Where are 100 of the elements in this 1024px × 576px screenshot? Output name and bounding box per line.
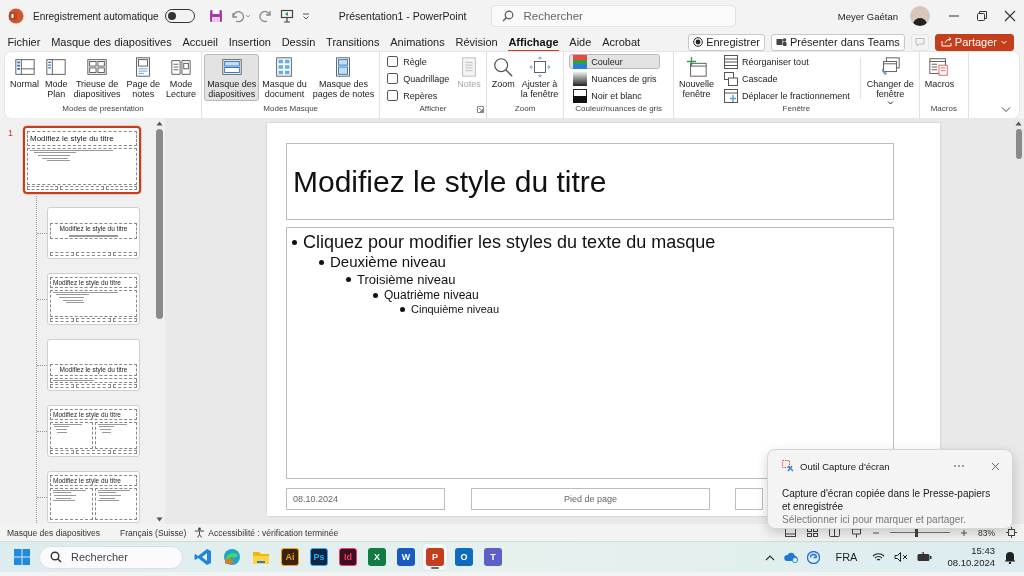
notification-toast[interactable]: Outil Capture d'écran Capture d'écran copiée dans le Presse-papiers et enregistrée Sélectionner ici pour marquer et partager.: [767, 449, 1013, 529]
comment-icon: [914, 37, 925, 47]
customize-caret-icon[interactable]: [300, 11, 311, 21]
close-icon[interactable]: [991, 461, 1000, 471]
window-title: Présentation1 - PowerPoint: [338, 10, 467, 22]
battery-icon[interactable]: [917, 552, 933, 562]
ribbon-tab[interactable]: Aide: [563, 32, 597, 52]
save-icon[interactable]: [208, 9, 223, 23]
checkbox[interactable]: [387, 56, 399, 67]
body-text: Cinquième niveau: [411, 302, 500, 317]
restore-icon[interactable]: [976, 10, 988, 22]
ribbon-button[interactable]: Réorganiser tout: [720, 54, 854, 69]
avatar: [910, 6, 930, 26]
ribbon-tab[interactable]: Transitions: [320, 32, 385, 52]
notification-hint[interactable]: Sélectionner ici pour marquer et partager.: [782, 513, 1000, 526]
zoom-in-icon[interactable]: [961, 529, 967, 536]
start-icon[interactable]: [14, 549, 30, 565]
ribbon-button[interactable]: Cascade: [720, 71, 854, 86]
ribbon-button[interactable]: Normal: [7, 54, 42, 101]
redo-icon[interactable]: [258, 9, 273, 23]
ribbon-button[interactable]: Masque des diapositives: [204, 54, 260, 101]
clock[interactable]: 15:43 08.10.2024: [947, 545, 995, 569]
accessibility-icon: [194, 527, 206, 538]
dialog-launcher-icon[interactable]: [476, 106, 484, 113]
search-icon: [50, 551, 62, 563]
notification-app-name: Outil Capture d'écran: [800, 460, 890, 472]
notification-message: Capture d'écran copiée dans le Presse-papiers et enregistrée: [782, 487, 992, 513]
ribbon-button[interactable]: Macros: [921, 54, 958, 101]
ribbon-button[interactable]: Nuances de gris: [569, 71, 661, 86]
content-placeholder: [94, 421, 137, 449]
thumbnail-title: Modifiez le style du titre: [30, 133, 115, 144]
striped-swatch-icon: [573, 54, 588, 69]
checkbox[interactable]: [387, 90, 399, 101]
wifi-icon[interactable]: [872, 552, 886, 562]
switch-windows-icon: [879, 56, 902, 78]
zoom-level[interactable]: 83%: [978, 527, 995, 538]
ribbon-button[interactable]: Masque des pages de notes: [309, 54, 378, 101]
ribbon-tab[interactable]: Affichage: [503, 32, 564, 52]
taskbar-search-field[interactable]: Rechercher: [39, 545, 183, 569]
ribbon-tab[interactable]: Fichier: [2, 32, 46, 52]
collapse-ribbon-icon[interactable]: [1001, 106, 1011, 113]
title-placeholder[interactable]: Modifiez le style du titre: [286, 143, 894, 220]
bullet-icon: [373, 292, 378, 298]
ribbon-button[interactable]: Masque du document: [259, 54, 310, 101]
undo-icon[interactable]: [229, 9, 252, 23]
ribbon-tab[interactable]: Acrobat: [596, 32, 646, 52]
present-in-teams-button[interactable]: Présenter dans Teams: [770, 33, 905, 51]
scrollbar-thumb[interactable]: [155, 129, 163, 319]
ribbon-button[interactable]: Mode Lecture: [163, 54, 200, 101]
accessibility-status[interactable]: Accessibilité : vérification terminée: [208, 527, 339, 538]
ribbon-button[interactable]: Ajuster à la fenêtre: [517, 54, 562, 101]
ribbon-button[interactable]: Nouvelle fenêtre: [676, 54, 718, 101]
ribbon-button[interactable]: Noir et blanc: [569, 88, 661, 103]
cloud-sync-icon[interactable]: [784, 551, 799, 563]
normal-view-icon[interactable]: [785, 528, 796, 537]
scroll-up-icon[interactable]: [155, 121, 163, 126]
scroll-down-icon[interactable]: [155, 517, 163, 522]
speaker-muted-icon[interactable]: [894, 552, 909, 562]
record-button[interactable]: Enregistrer: [688, 33, 765, 51]
bullet-icon: [400, 307, 405, 313]
browser-icon: [223, 548, 241, 566]
scroll-up-icon[interactable]: [1015, 121, 1022, 126]
slide-number: 1: [8, 128, 13, 138]
user-name: Meyer Gaétan: [837, 10, 898, 22]
ribbon-button[interactable]: Trieuse de diapositives: [70, 54, 124, 101]
record-icon: [693, 37, 704, 47]
chevron-down-icon: [1000, 38, 1008, 46]
ribbon-button[interactable]: Déplacer le fractionnement: [720, 88, 854, 103]
ribbon-tab[interactable]: Révision: [450, 32, 504, 52]
ribbon-tab[interactable]: Animations: [384, 32, 451, 52]
fit-to-window-icon: [528, 56, 551, 78]
ribbon-button[interactable]: Changer de fenêtre: [863, 54, 917, 101]
ribbon-tab[interactable]: Accueil: [177, 32, 224, 52]
slide-show-icon[interactable]: [851, 527, 862, 538]
scrollbar-thumb[interactable]: [1015, 129, 1022, 159]
normal-view-icon: [13, 56, 36, 78]
ribbon-button[interactable]: Page de notes: [123, 54, 164, 101]
group-label: Modes de présentation: [62, 104, 144, 113]
checkbox-label: Quadrillage: [403, 73, 450, 84]
reading-view-icon[interactable]: [829, 528, 840, 537]
ribbon-tab[interactable]: Dessin: [276, 32, 321, 52]
slide-thumbnail[interactable]: Modifiez le style du titre: [23, 126, 141, 194]
ribbon-tab[interactable]: Insertion: [223, 32, 277, 52]
footer-placeholder[interactable]: Pied de page: [471, 488, 710, 510]
ribbon-button[interactable]: Mode Plan: [42, 54, 71, 101]
notification-bell-icon[interactable]: [1004, 550, 1016, 564]
presentation-icon[interactable]: [279, 9, 294, 23]
ribbon-tab[interactable]: Masque des diapositives: [45, 32, 178, 52]
language-status[interactable]: Français (Suisse): [120, 527, 187, 538]
search-field[interactable]: Rechercher: [491, 5, 737, 27]
checkbox[interactable]: [387, 73, 399, 84]
input-language[interactable]: FRA: [835, 551, 858, 563]
share-button[interactable]: Partager: [934, 33, 1014, 51]
date-placeholder[interactable]: 08.10.2024: [286, 488, 445, 510]
fit-slide-icon[interactable]: [1006, 527, 1017, 538]
chevron-up-icon[interactable]: [765, 553, 776, 561]
ribbon-button[interactable]: Zoom: [488, 54, 518, 101]
tray-app-icon[interactable]: [807, 550, 821, 564]
close-icon[interactable]: [1004, 10, 1016, 22]
ribbon-button[interactable]: Couleur: [569, 54, 661, 69]
